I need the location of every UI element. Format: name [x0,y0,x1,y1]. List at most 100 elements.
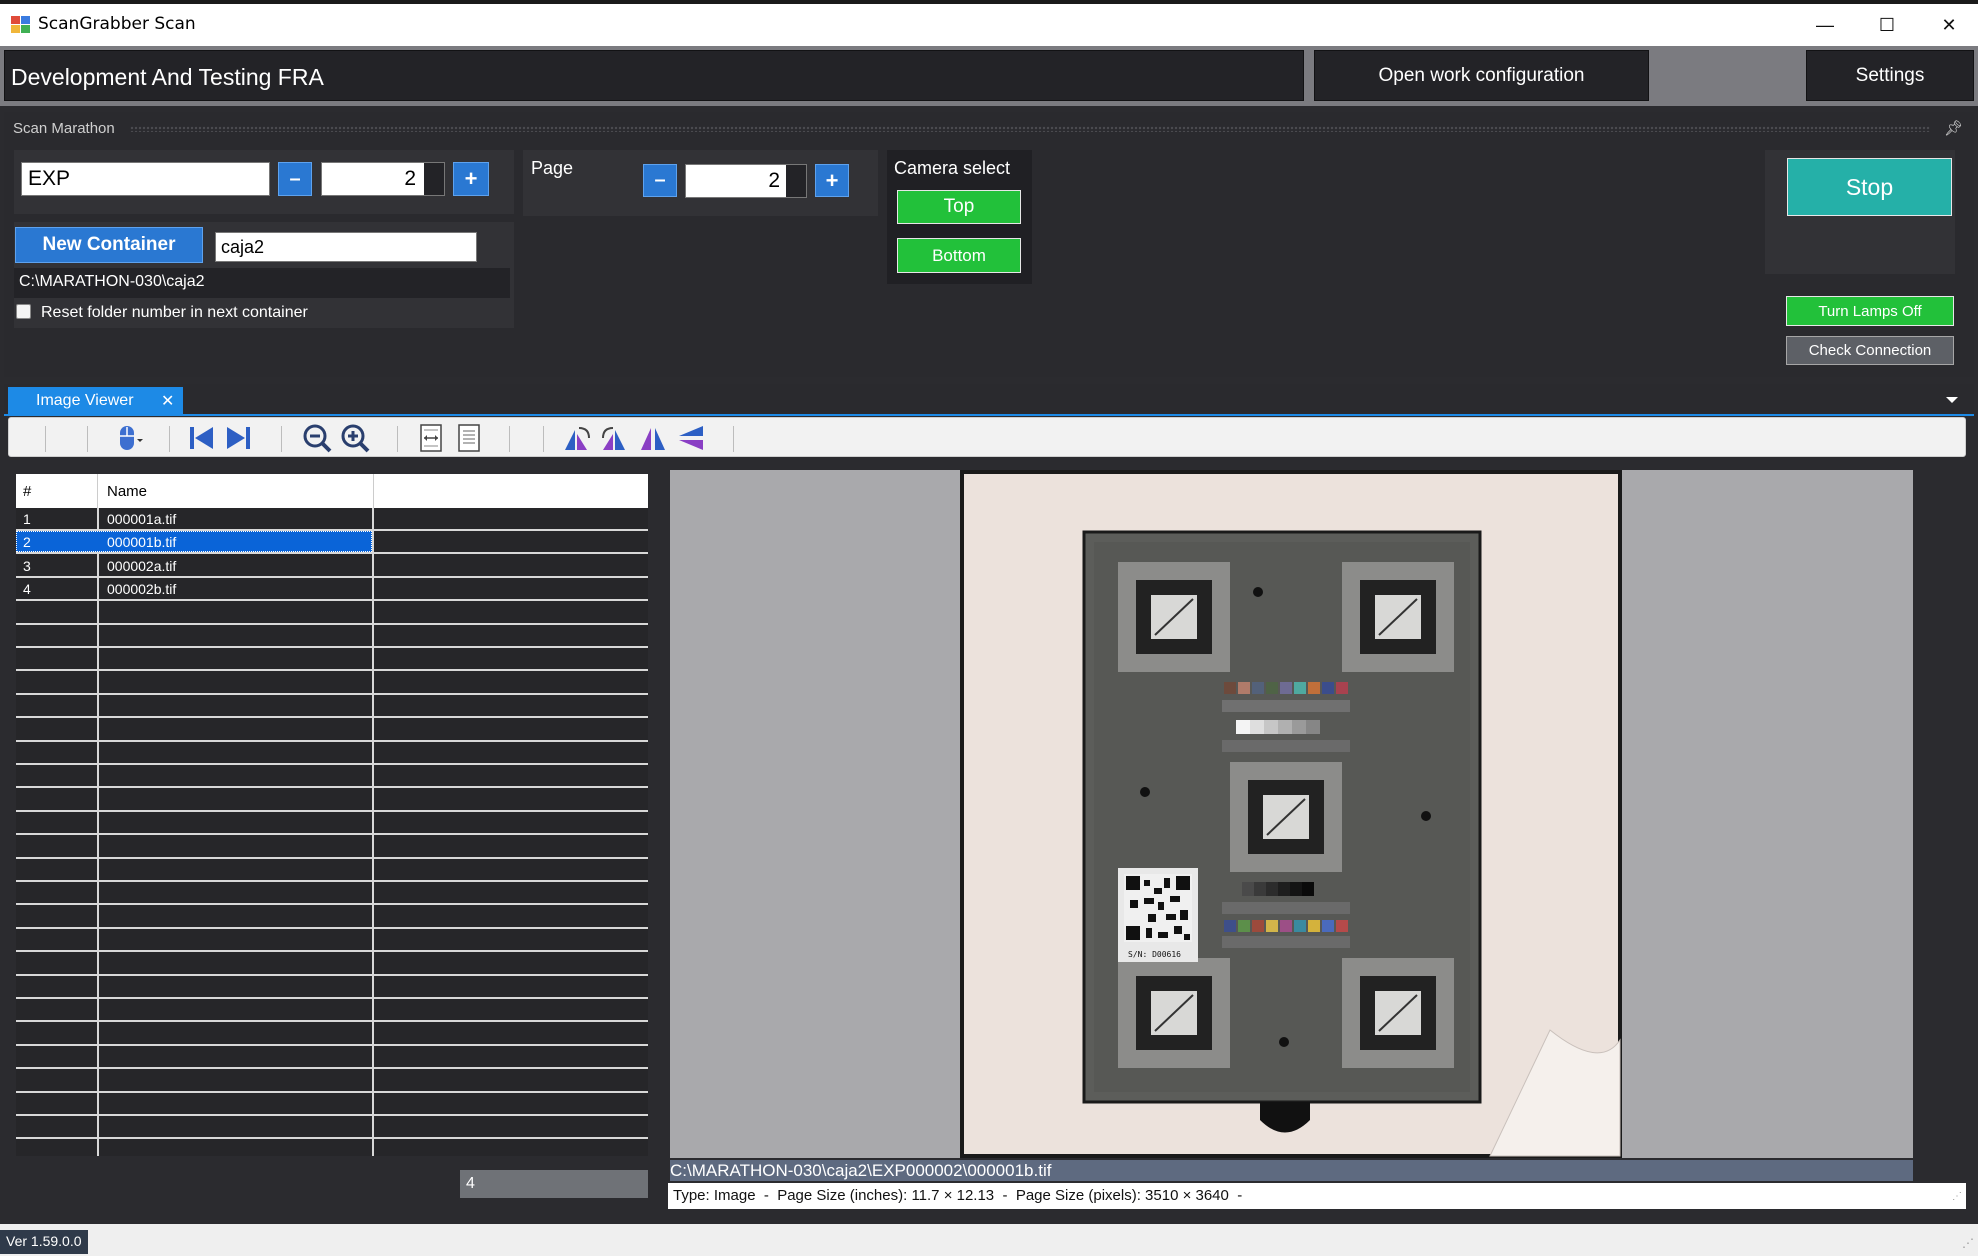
table-row [16,695,648,719]
file-path: C:\MARATHON-030\caja2\EXP000002\000001b.… [670,1161,1052,1180]
status-bar: Ver 1.59.0.0 ⋰ [0,1224,1978,1256]
minimize-button[interactable]: — [1794,4,1856,46]
table-row [16,1023,648,1046]
table-row [16,882,648,906]
table-row [16,1093,648,1116]
table-row[interactable]: 3 000002a.tif [16,555,648,578]
row-number: 4 [23,581,31,598]
resize-grip-icon[interactable]: ⋰ [1952,1191,1962,1202]
prefix-input[interactable]: EXP [21,162,270,196]
camera-select-label: Camera select [894,158,1011,178]
file-list-header: # Name [16,474,648,508]
table-row [16,812,648,836]
image-info: Type: Image - Page Size (inches): 11.7 ×… [673,1187,1243,1204]
page-decrement-button[interactable]: – [643,164,677,197]
flip-horizontal-icon[interactable] [637,422,669,454]
caption-grip [130,126,1930,132]
toolbar-separator [397,426,398,452]
folder-decrement-button[interactable]: – [278,162,312,196]
pin-icon[interactable]: 📌︎ [1944,119,1963,137]
image-toolbar [8,417,1966,457]
page-number-input[interactable]: 2 [685,164,807,198]
page-label: Page [531,158,574,178]
open-work-configuration-button[interactable]: Open work configuration [1314,50,1649,101]
color-patches-top [1224,682,1348,694]
tab-close-icon[interactable]: ✕ [161,391,174,411]
settings-button[interactable]: Settings [1806,50,1974,101]
flip-vertical-icon[interactable] [675,422,707,454]
table-row[interactable]: 4 000002b.tif [16,578,648,602]
folder-number-input[interactable]: 2 [321,162,445,196]
image-viewer-canvas[interactable]: S/N: D00616 [670,470,1913,1158]
target-serial: S/N: D00616 [1128,950,1181,959]
mouse-pointer-tool-icon[interactable] [113,422,145,454]
target-center [1230,762,1342,872]
page-number-value: 2 [768,169,780,192]
check-connection-button[interactable]: Check Connection [1786,336,1954,365]
column-header-number[interactable]: # [23,483,31,500]
file-count-box: 4 [460,1170,648,1198]
reset-folder-checkbox[interactable] [16,304,31,319]
target-corner-br [1342,958,1454,1068]
row-file-name: 000002a.tif [107,557,177,574]
table-row [16,719,648,742]
tab-menu-dropdown-icon[interactable] [1946,397,1958,403]
page-spin-handle[interactable] [786,165,806,197]
table-row [16,999,648,1023]
turn-lamps-off-button[interactable]: Turn Lamps Off [1786,296,1954,326]
column-header-name[interactable]: Name [107,483,147,500]
table-row [16,906,648,929]
status-resize-grip-icon[interactable]: ⋰ [1962,1236,1974,1250]
zoom-in-icon[interactable] [339,422,371,454]
row-file-name: 000001a.tif [107,511,177,527]
table-row [16,1070,648,1093]
tab-label: Image Viewer [36,392,134,409]
toolbar-separator [543,426,544,452]
rotate-right-icon[interactable] [599,422,631,454]
toolbar-separator [509,426,510,452]
title-bar: ScanGrabber Scan — ☐ ✕ [0,0,1978,46]
folder-spin-handle[interactable] [424,163,444,195]
table-row [16,859,648,882]
scanned-image: S/N: D00616 [670,470,1913,1158]
table-row [16,742,648,765]
target-corner-tr [1342,562,1454,672]
row-selection-highlight [16,531,372,553]
page-increment-button[interactable]: + [815,164,849,197]
file-count: 4 [466,1175,475,1192]
toolbar-separator [87,426,88,452]
toolbar-separator [169,426,170,452]
toolbar-separator [733,426,734,452]
folder-increment-button[interactable]: + [453,162,489,196]
fit-page-icon[interactable] [453,422,485,454]
maximize-button[interactable]: ☐ [1856,4,1918,46]
target-corner-bl [1118,958,1230,1068]
table-row[interactable]: 2 000001b.tif [16,531,648,555]
zoom-out-icon[interactable] [301,422,333,454]
close-window-button[interactable]: ✕ [1918,4,1978,46]
table-row [16,953,648,976]
stop-button[interactable]: Stop [1787,158,1952,216]
folder-number-value: 2 [404,167,416,190]
new-container-button[interactable]: New Container [15,227,203,263]
table-row[interactable]: 1 000001a.tif [16,508,648,531]
row-number: 2 [23,534,31,551]
table-row [16,836,648,859]
camera-bottom-button[interactable]: Bottom [897,238,1021,273]
fit-width-icon[interactable] [415,422,447,454]
container-name-input[interactable]: caja2 [215,232,477,262]
app-icon [11,16,30,33]
window-title: ScanGrabber Scan [38,14,196,34]
last-page-icon[interactable] [223,422,255,454]
camera-top-button[interactable]: Top [897,190,1021,224]
container-path-box: C:\MARATHON-030\caja2 [14,268,510,298]
table-row [16,765,648,789]
rotate-left-icon[interactable] [561,422,593,454]
gray-ramp-top [1236,720,1320,734]
first-page-icon[interactable] [185,422,217,454]
target-corner-tl [1118,562,1230,672]
project-title-box: Development And Testing FRA [4,50,1304,101]
tab-image-viewer[interactable]: Image Viewer ✕ [8,387,183,416]
panel-caption: Scan Marathon [13,120,115,137]
row-number: 3 [23,557,31,574]
